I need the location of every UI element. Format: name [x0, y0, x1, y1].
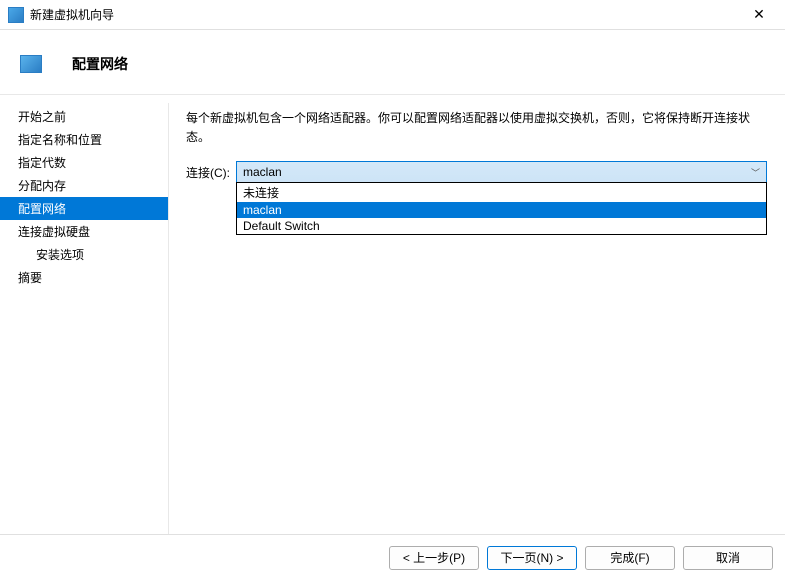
sidebar-step-7[interactable]: 摘要	[0, 266, 168, 289]
sidebar-step-6[interactable]: 安装选项	[0, 243, 168, 266]
wizard-footer: < 上一步(P) 下一页(N) > 完成(F) 取消	[0, 534, 785, 580]
close-button[interactable]: ✕	[737, 1, 781, 29]
connection-combobox[interactable]: maclan ﹀	[236, 161, 767, 183]
chevron-down-icon: ﹀	[751, 166, 760, 179]
app-icon	[8, 7, 24, 23]
description-text: 每个新虚拟机包含一个网络适配器。你可以配置网络适配器以使用虚拟交换机，否则，它将…	[186, 109, 767, 147]
content-area: 开始之前指定名称和位置指定代数分配内存配置网络连接虚拟硬盘安装选项摘要 每个新虚…	[0, 95, 785, 527]
connection-field: 连接(C): maclan ﹀ 未连接maclanDefault Switch	[186, 161, 767, 183]
sidebar-step-1[interactable]: 指定名称和位置	[0, 128, 168, 151]
sidebar-step-4[interactable]: 配置网络	[0, 197, 168, 220]
sidebar-step-5[interactable]: 连接虚拟硬盘	[0, 220, 168, 243]
sidebar-step-2[interactable]: 指定代数	[0, 151, 168, 174]
connection-dropdown: 未连接maclanDefault Switch	[236, 182, 767, 235]
header-icon	[20, 55, 42, 73]
previous-button[interactable]: < 上一步(P)	[389, 546, 479, 570]
main-panel: 每个新虚拟机包含一个网络适配器。你可以配置网络适配器以使用虚拟交换机，否则，它将…	[168, 95, 785, 527]
titlebar: 新建虚拟机向导 ✕	[0, 0, 785, 30]
wizard-steps-sidebar: 开始之前指定名称和位置指定代数分配内存配置网络连接虚拟硬盘安装选项摘要	[0, 95, 168, 527]
wizard-header: 配置网络	[0, 30, 785, 95]
cancel-button[interactable]: 取消	[683, 546, 773, 570]
connection-combo-wrap: maclan ﹀ 未连接maclanDefault Switch	[236, 161, 767, 183]
window-title: 新建虚拟机向导	[30, 6, 737, 23]
finish-button[interactable]: 完成(F)	[585, 546, 675, 570]
page-title: 配置网络	[72, 54, 128, 74]
connection-value: maclan	[243, 165, 751, 179]
dropdown-option-2[interactable]: Default Switch	[237, 218, 766, 234]
sidebar-step-3[interactable]: 分配内存	[0, 174, 168, 197]
dropdown-option-0[interactable]: 未连接	[237, 183, 766, 202]
sidebar-step-0[interactable]: 开始之前	[0, 105, 168, 128]
dropdown-option-1[interactable]: maclan	[237, 202, 766, 218]
connection-label: 连接(C):	[186, 161, 230, 181]
next-button[interactable]: 下一页(N) >	[487, 546, 577, 570]
